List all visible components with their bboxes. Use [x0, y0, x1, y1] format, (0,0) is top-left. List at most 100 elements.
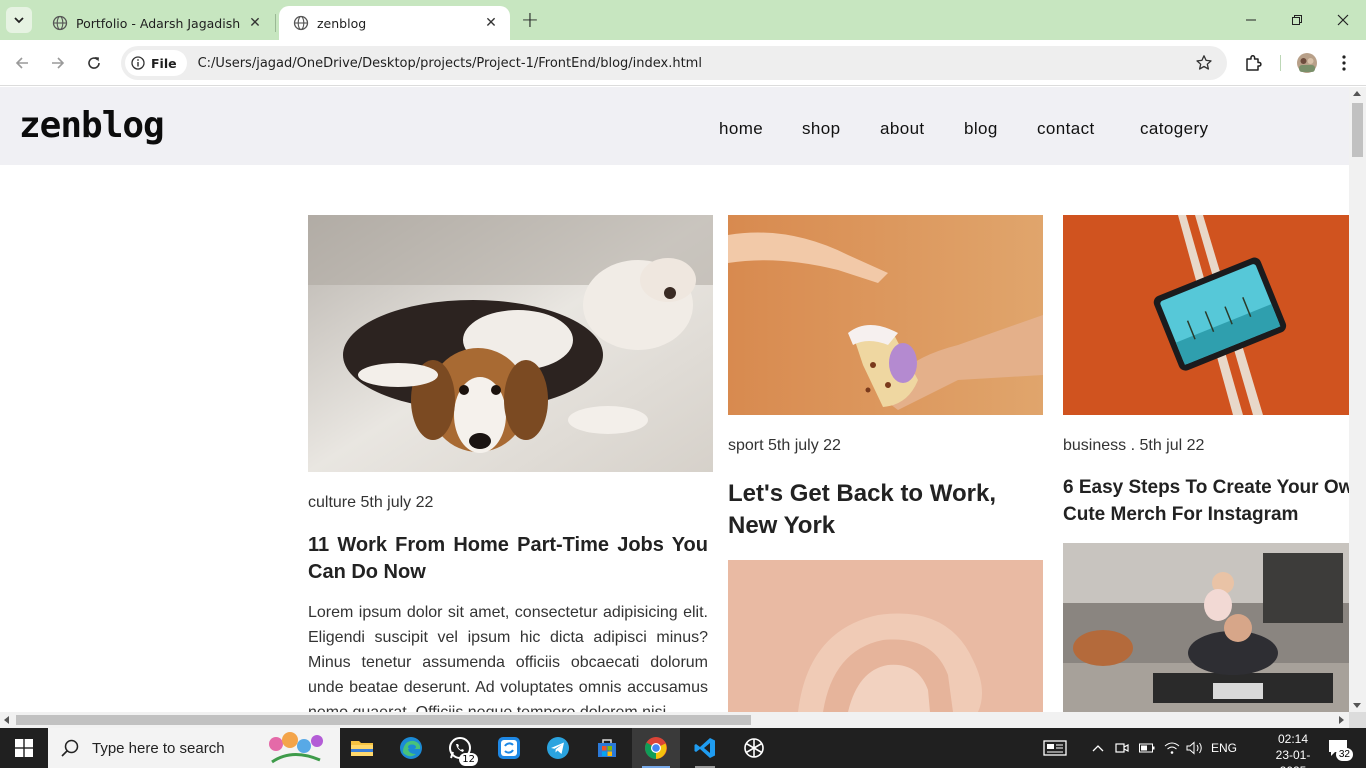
- close-tab-icon[interactable]: ✕: [482, 14, 500, 32]
- taskbar-sync-app[interactable]: [485, 728, 533, 768]
- tray-clock[interactable]: 02:14 23-01-2025: [1268, 731, 1318, 768]
- back-button[interactable]: [8, 49, 36, 77]
- scroll-left-arrow[interactable]: [4, 716, 9, 724]
- notification-center[interactable]: 32: [1323, 728, 1353, 768]
- arrow-right-icon: [52, 57, 65, 69]
- search-icon: [61, 739, 79, 757]
- site-logo[interactable]: zenblog: [19, 105, 165, 146]
- star-icon: [1196, 55, 1212, 70]
- tray-wifi[interactable]: [1162, 728, 1182, 768]
- tab-title: zenblog: [317, 15, 367, 31]
- telegram-icon: [547, 737, 569, 759]
- nav-catogery[interactable]: catogery: [1140, 119, 1208, 139]
- clock-date: 23-01-2025: [1275, 748, 1311, 768]
- avatar-icon: [1297, 53, 1317, 73]
- scroll-up-arrow[interactable]: [1353, 91, 1361, 96]
- address-bar[interactable]: File C:/Users/jagad/OneDrive/Desktop/pro…: [121, 46, 1227, 80]
- chatgpt-icon: [744, 738, 764, 758]
- chevron-up-icon: [1092, 745, 1104, 752]
- close-icon: [1337, 14, 1349, 26]
- sync-app-icon: [498, 737, 520, 759]
- taskbar-chrome[interactable]: [632, 728, 680, 768]
- taskbar-vscode[interactable]: [681, 728, 729, 768]
- url-text[interactable]: C:/Users/jagad/OneDrive/Desktop/projects…: [198, 56, 702, 71]
- start-button[interactable]: [0, 728, 48, 768]
- post-image-dog[interactable]: [308, 215, 713, 472]
- wifi-icon: [1164, 742, 1180, 754]
- chrome-icon: [645, 737, 667, 759]
- taskbar-chatgpt[interactable]: [730, 728, 778, 768]
- search-placeholder: Type here to search: [92, 739, 225, 757]
- post-image-cake[interactable]: [728, 215, 1043, 415]
- family-photo: [1063, 543, 1349, 712]
- store-icon: [598, 739, 616, 757]
- notification-badge: 32: [1335, 748, 1353, 761]
- puzzle-icon: [1246, 54, 1262, 71]
- site-info-chip[interactable]: File: [125, 50, 187, 76]
- scroll-down-arrow[interactable]: [1353, 703, 1361, 708]
- whatsapp-badge: 12: [459, 753, 478, 766]
- taskbar-telegram[interactable]: [534, 728, 582, 768]
- tab-zenblog[interactable]: zenblog ✕: [279, 6, 510, 40]
- extensions-button[interactable]: [1241, 50, 1267, 76]
- nav-shop[interactable]: shop: [802, 119, 840, 139]
- menu-button[interactable]: [1331, 50, 1357, 76]
- minimize-button[interactable]: [1228, 0, 1274, 40]
- kebab-menu-icon: [1342, 55, 1346, 71]
- post-image-abstract[interactable]: [728, 560, 1043, 712]
- close-tab-icon[interactable]: ✕: [246, 14, 264, 32]
- nav-blog[interactable]: blog: [964, 119, 998, 139]
- tray-language[interactable]: ENG: [1210, 728, 1238, 768]
- post-meta: sport 5th july 22: [728, 437, 841, 454]
- taskbar-file-explorer[interactable]: [338, 728, 386, 768]
- nav-home[interactable]: home: [719, 119, 763, 139]
- windows-taskbar: Type here to search 12 ENG 02:14 23-01- …: [0, 728, 1366, 768]
- tray-battery[interactable]: [1138, 728, 1156, 768]
- post-title-cont[interactable]: Can Do Now: [308, 559, 708, 586]
- forward-button[interactable]: [44, 49, 72, 77]
- vscode-icon: [694, 738, 715, 758]
- tab-portfolio[interactable]: Portfolio - Adarsh Jagadish ✕: [38, 6, 274, 40]
- vertical-scrollbar[interactable]: [1349, 87, 1366, 712]
- taskbar-whatsapp[interactable]: 12: [436, 728, 484, 768]
- bookmark-star-button[interactable]: [1195, 54, 1213, 76]
- tab-search-button[interactable]: [6, 7, 32, 33]
- post-image-family[interactable]: [1063, 543, 1349, 712]
- scroll-right-arrow[interactable]: [1339, 716, 1344, 724]
- post-image-tablet[interactable]: [1063, 215, 1349, 415]
- tray-overflow-button[interactable]: [1090, 728, 1106, 768]
- folder-icon: [351, 741, 373, 756]
- abstract-photo: [728, 560, 1043, 712]
- horizontal-scrollbar[interactable]: [0, 712, 1349, 728]
- nav-about[interactable]: about: [880, 119, 925, 139]
- tray-volume[interactable]: [1185, 728, 1205, 768]
- site-header: zenblog home shop about blog contact cat…: [0, 87, 1349, 165]
- new-tab-button[interactable]: +: [518, 8, 542, 33]
- browser-toolbar: File C:/Users/jagad/OneDrive/Desktop/pro…: [0, 40, 1366, 86]
- tab-separator: [275, 14, 276, 32]
- post-title-line: Let's Get Back to Work,: [728, 480, 996, 507]
- profile-avatar-button[interactable]: [1294, 50, 1320, 76]
- post-title[interactable]: Let's Get Back to Work, New York: [728, 478, 1043, 542]
- post-title-line: Cute Merch For Instagram: [1063, 504, 1299, 525]
- post-title[interactable]: 11 Work From Home Part-Time Jobs You: [308, 532, 708, 559]
- taskbar-search[interactable]: Type here to search: [48, 728, 340, 768]
- windows-logo-icon: [15, 739, 33, 757]
- news-widget[interactable]: [1040, 728, 1070, 768]
- cake-photo: [728, 215, 1043, 415]
- restore-icon: [1292, 15, 1302, 25]
- restore-button[interactable]: [1274, 0, 1320, 40]
- taskbar-ms-store[interactable]: [583, 728, 631, 768]
- dog-photo: [308, 215, 713, 472]
- close-window-button[interactable]: [1320, 0, 1366, 40]
- clock-time: 02:14: [1277, 732, 1309, 746]
- reload-button[interactable]: [80, 49, 108, 77]
- taskbar-edge[interactable]: [387, 728, 435, 768]
- info-icon: [131, 56, 145, 70]
- nav-contact[interactable]: contact: [1037, 119, 1095, 139]
- scroll-thumb[interactable]: [1352, 103, 1363, 157]
- edge-icon: [400, 737, 422, 759]
- tray-meet-now[interactable]: [1113, 728, 1131, 768]
- scroll-thumb[interactable]: [16, 715, 751, 725]
- post-title[interactable]: 6 Easy Steps To Create Your Own Cute Mer…: [1063, 474, 1349, 528]
